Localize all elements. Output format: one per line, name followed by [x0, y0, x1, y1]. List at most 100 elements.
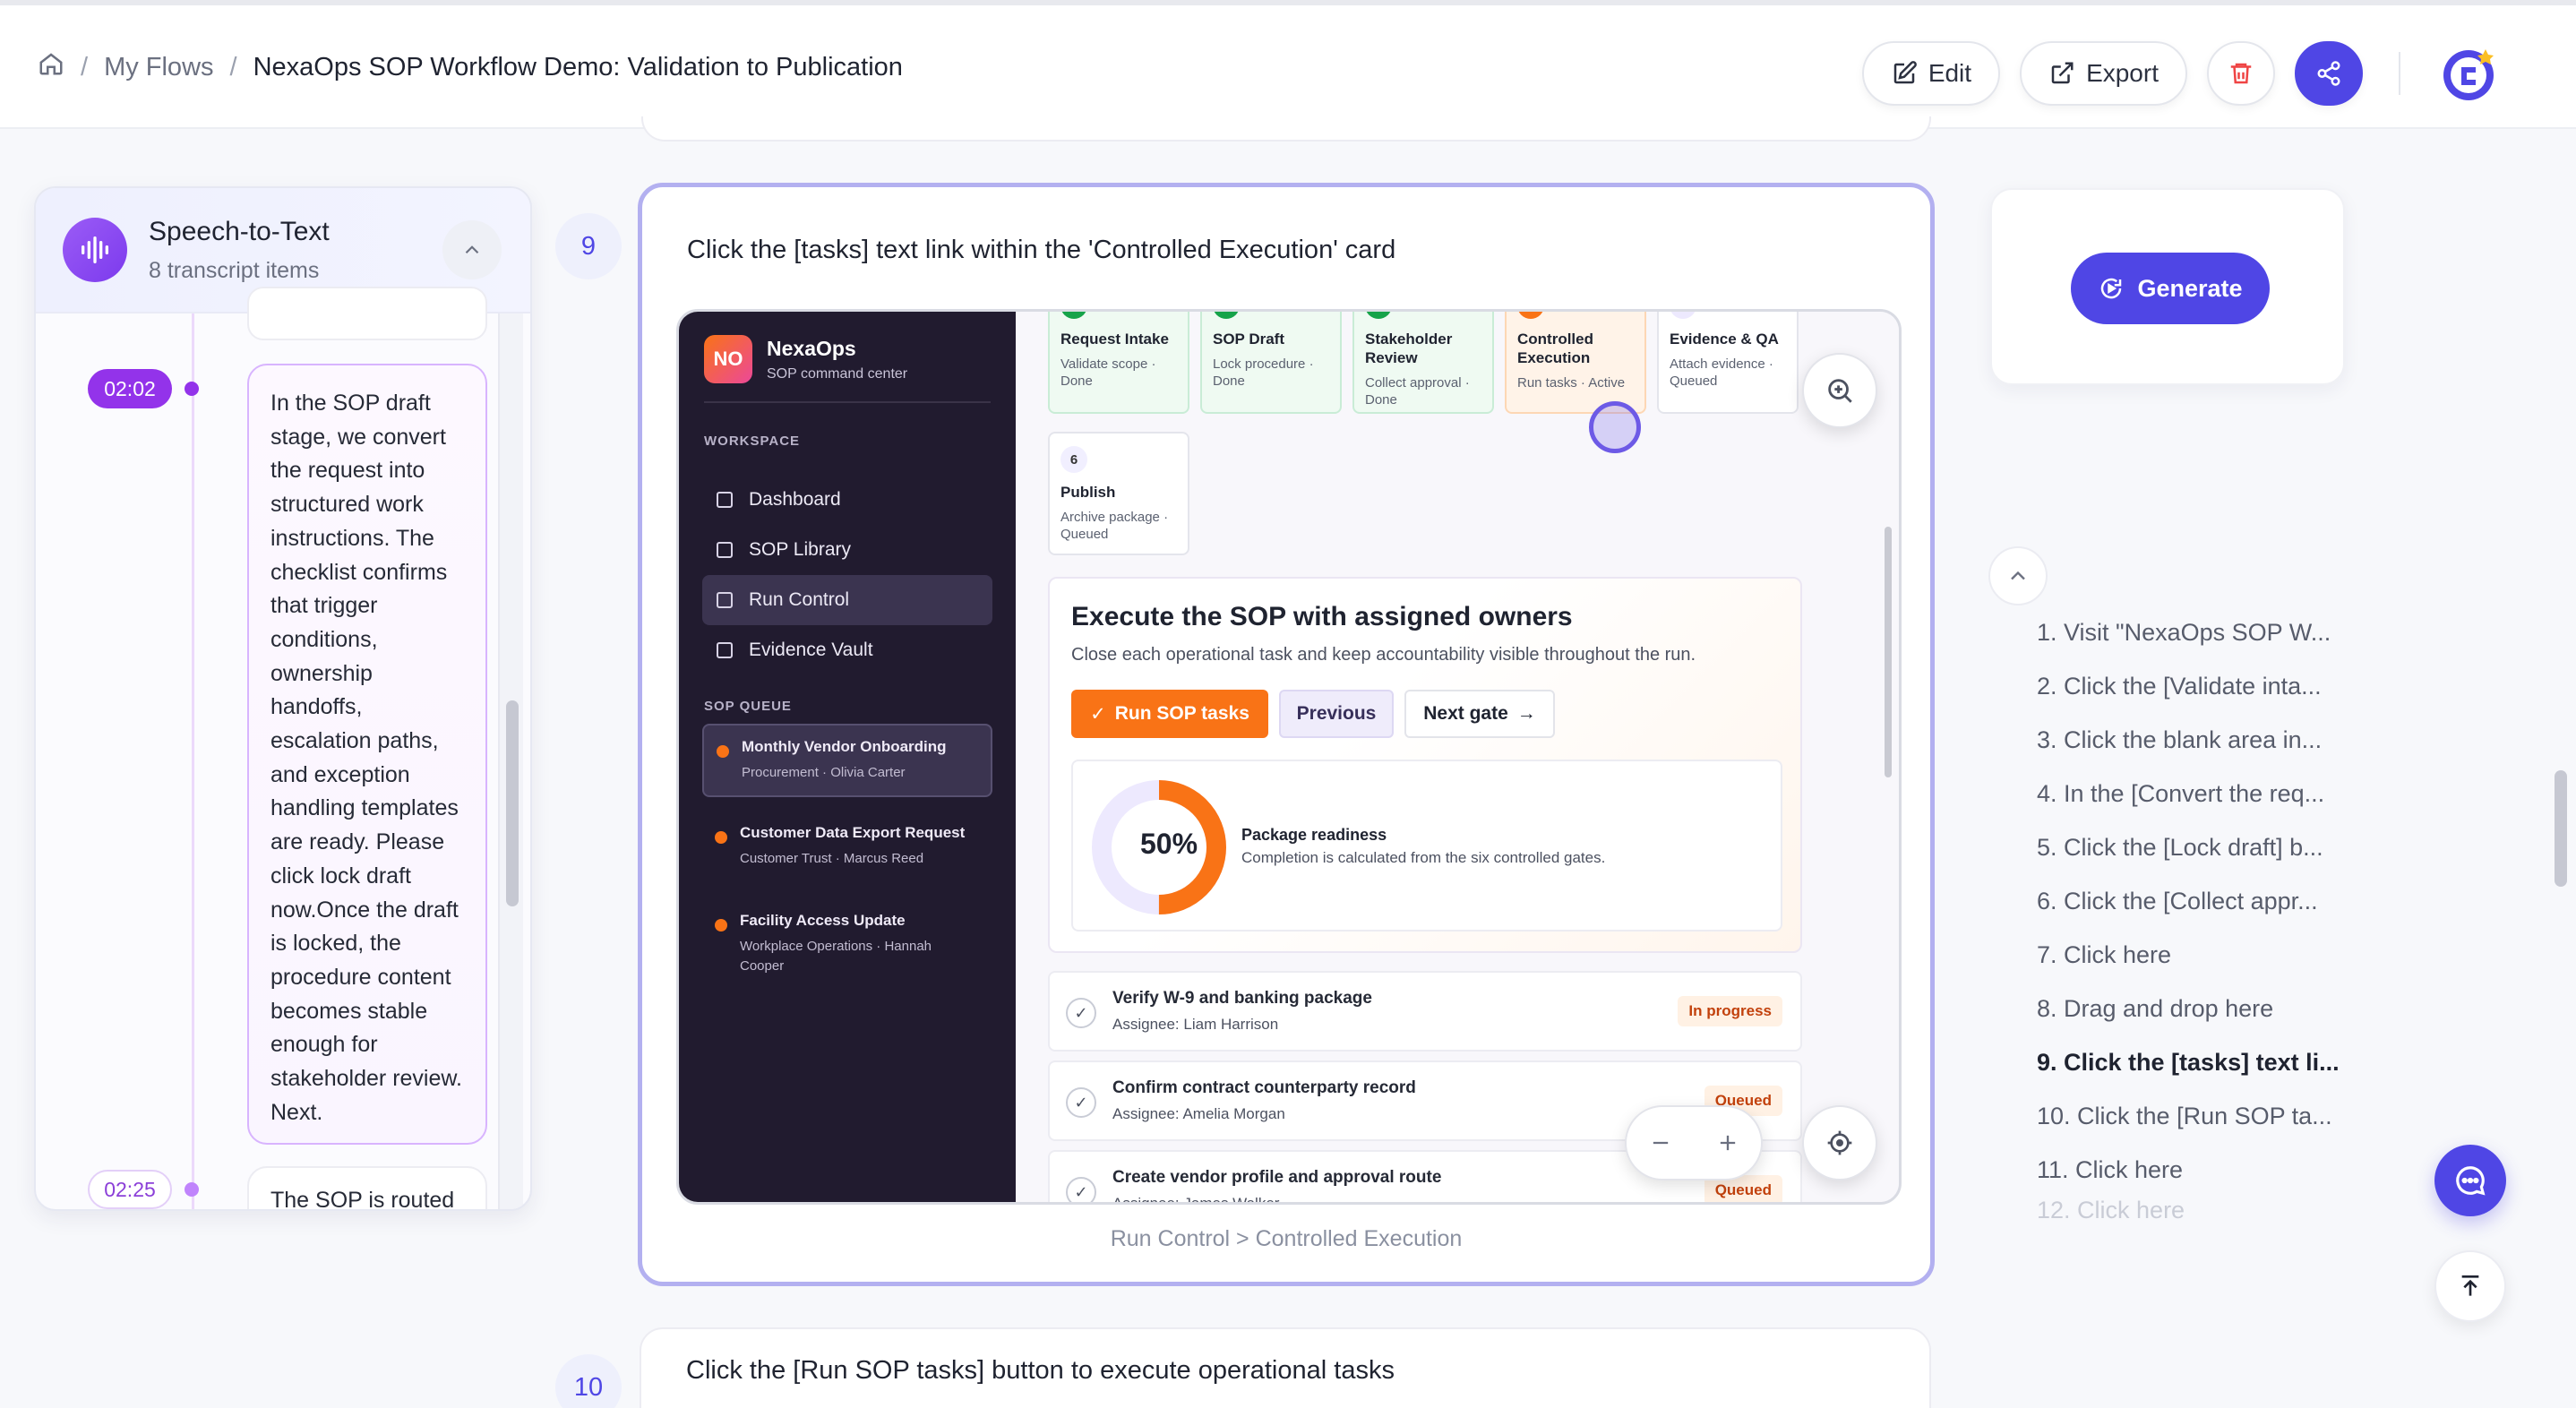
- transcript-list[interactable]: 02:02 In the SOP draft stage, we convert…: [36, 287, 530, 1209]
- book-icon: [717, 542, 733, 558]
- active-icon: [1517, 312, 1544, 319]
- transcript-bubble-active[interactable]: In the SOP draft stage, we convert the r…: [247, 364, 487, 1145]
- breadcrumb-parent[interactable]: My Flows: [104, 53, 213, 82]
- run-sop-tasks-button[interactable]: ✓ Run SOP tasks: [1071, 690, 1268, 738]
- home-icon[interactable]: [38, 50, 64, 84]
- avatar[interactable]: [2436, 39, 2504, 107]
- scrollbar-thumb[interactable]: [506, 700, 519, 906]
- step-card[interactable]: Click the [Run SOP tasks] button to exec…: [640, 1327, 1931, 1408]
- transcript-scrollbar[interactable]: [498, 313, 523, 1209]
- toc-item[interactable]: 6. Click the [Collect appr...: [2037, 874, 2359, 928]
- chat-button[interactable]: [2434, 1145, 2506, 1216]
- delete-button[interactable]: [2207, 41, 2275, 106]
- toc-item[interactable]: 1. Visit "NexaOps SOP W...: [2037, 605, 2359, 659]
- queue-item[interactable]: Facility Access Update Workplace Operatio…: [702, 899, 992, 989]
- chevron-up-icon: [2011, 571, 2025, 580]
- timeline-dot: [185, 382, 199, 396]
- zoom-controls: [1625, 1105, 1763, 1180]
- toc-item[interactable]: 5. Click the [Lock draft] b...: [2037, 820, 2359, 874]
- nav-item-run-control[interactable]: Run Control: [702, 575, 992, 625]
- dashboard-icon: [717, 492, 733, 508]
- gate-title: Publish: [1060, 484, 1116, 501]
- toc-item[interactable]: 10. Click the [Run SOP ta...: [2037, 1089, 2359, 1143]
- exec-subtitle: Close each operational task and keep acc…: [1071, 645, 1696, 665]
- speech-panel-title: Speech-to-Text: [149, 216, 330, 246]
- toc-item[interactable]: 2. Click the [Validate inta...: [2037, 659, 2359, 713]
- share-button[interactable]: [2295, 41, 2363, 106]
- toc-item[interactable]: 11. Click here: [2037, 1143, 2359, 1197]
- toc-item-active[interactable]: 9. Click the [tasks] text li...: [2037, 1035, 2359, 1089]
- vault-icon: [717, 642, 733, 658]
- toc-item[interactable]: 4. In the [Convert the req...: [2037, 767, 2359, 820]
- app-tagline: SOP command center: [767, 365, 908, 382]
- status-dot: [715, 831, 727, 844]
- speech-to-text-panel: Speech-to-Text 8 transcript items 02:02 …: [34, 186, 532, 1211]
- gate-number: 6: [1060, 446, 1087, 473]
- readiness-subtitle: Completion is calculated from the six co…: [1241, 849, 1606, 866]
- export-label: Export: [2086, 59, 2159, 87]
- previous-button[interactable]: Previous: [1279, 690, 1394, 738]
- edit-button[interactable]: Edit: [1861, 41, 2001, 106]
- check-icon[interactable]: ✓: [1066, 1177, 1096, 1202]
- queue-title: Customer Data Export Request: [740, 824, 966, 841]
- nav-item-dashboard[interactable]: Dashboard: [702, 475, 992, 525]
- waveform-icon: [63, 218, 127, 282]
- toc-item[interactable]: 8. Drag and drop here: [2037, 982, 2359, 1035]
- nav-label: SOP Library: [749, 539, 851, 560]
- nav-item-sop-library[interactable]: SOP Library: [702, 525, 992, 575]
- readiness-card: 50% Package readiness Completion is calc…: [1071, 760, 1782, 932]
- gate-card-publish[interactable]: 6 Publish Archive package · Queued: [1048, 432, 1189, 555]
- page-scrollbar[interactable]: [2555, 770, 2567, 887]
- scroll-to-top-button[interactable]: [2434, 1250, 2506, 1322]
- toc-item[interactable]: 12. Click here: [2037, 1197, 2359, 1223]
- nav-item-evidence-vault[interactable]: Evidence Vault: [702, 625, 992, 675]
- task-row[interactable]: ✓ Verify W-9 and banking package Assignee:…: [1048, 971, 1802, 1052]
- zoom-in-button[interactable]: [1802, 353, 1877, 428]
- gate-card[interactable]: SOP Draft Lock procedure · Done: [1200, 312, 1342, 414]
- check-icon[interactable]: ✓: [1066, 1087, 1096, 1118]
- locate-button[interactable]: [1802, 1105, 1877, 1180]
- generate-icon: [2101, 278, 2122, 299]
- timestamp-badge[interactable]: 02:02: [88, 369, 172, 408]
- status-dot: [715, 919, 727, 932]
- queued-icon: [1670, 312, 1696, 319]
- queue-item[interactable]: Monthly Vendor Onboarding Procurement · O…: [702, 724, 992, 797]
- export-button[interactable]: Export: [2020, 41, 2187, 106]
- transcript-bubble[interactable]: The SOP is routed: [247, 1166, 487, 1209]
- status-dot: [717, 745, 729, 758]
- toc-item[interactable]: 7. Click here: [2037, 928, 2359, 982]
- next-label: Next gate: [1423, 703, 1508, 724]
- check-icon: [1213, 312, 1240, 319]
- gate-card-controlled-execution[interactable]: Controlled Execution Run tasks · Active: [1505, 312, 1646, 414]
- queue-title: Facility Access Update: [740, 912, 906, 929]
- task-title: Verify W-9 and banking package: [1112, 989, 1372, 1008]
- gate-card[interactable]: Stakeholder Review Collect approval · Don…: [1352, 312, 1494, 414]
- tasks-link[interactable]: Run tasks · Active: [1517, 374, 1634, 391]
- zoom-out-button[interactable]: [1636, 1118, 1686, 1168]
- queue-sub: Procurement · Olivia Carter: [742, 765, 906, 780]
- toc-item[interactable]: 3. Click the blank area in...: [2037, 713, 2359, 767]
- zoom-plus-button[interactable]: [1703, 1118, 1753, 1168]
- nav-label: Run Control: [749, 589, 850, 610]
- collapse-panel-button[interactable]: [442, 220, 502, 279]
- step-card-active[interactable]: Click the [tasks] text link within the '…: [638, 183, 1935, 1286]
- app-main: Request Intake Validate scope · Done SOP …: [1016, 312, 1899, 1202]
- check-icon[interactable]: ✓: [1066, 998, 1096, 1028]
- step-screenshot[interactable]: NO NexaOps SOP command center WORKSPACE …: [676, 309, 1902, 1205]
- timestamp-badge[interactable]: 02:25: [88, 1170, 172, 1209]
- generate-button[interactable]: Generate: [2071, 253, 2270, 324]
- queue-item[interactable]: Customer Data Export Request Customer Tru…: [702, 811, 992, 881]
- readiness-title: Package readiness: [1241, 826, 1387, 844]
- step-title: Click the [tasks] text link within the '…: [687, 236, 1396, 264]
- gate-card[interactable]: Request Intake Validate scope · Done: [1048, 312, 1189, 414]
- click-target-marker: [1589, 401, 1641, 453]
- step-number: 10: [555, 1354, 622, 1408]
- next-gate-button[interactable]: Next gate →: [1404, 690, 1555, 738]
- toc-collapse-button[interactable]: [1988, 546, 2048, 605]
- step-outline: 1. Visit "NexaOps SOP W... 2. Click the …: [2037, 605, 2359, 1224]
- gate-card[interactable]: Evidence & QA Attach evidence · Queued: [1657, 312, 1799, 414]
- gate-title: Stakeholder Review: [1365, 331, 1453, 366]
- sop-queue-label: SOP QUEUE: [704, 699, 792, 714]
- gate-title: Request Intake: [1060, 331, 1169, 348]
- check-icon: ✓: [1090, 703, 1106, 725]
